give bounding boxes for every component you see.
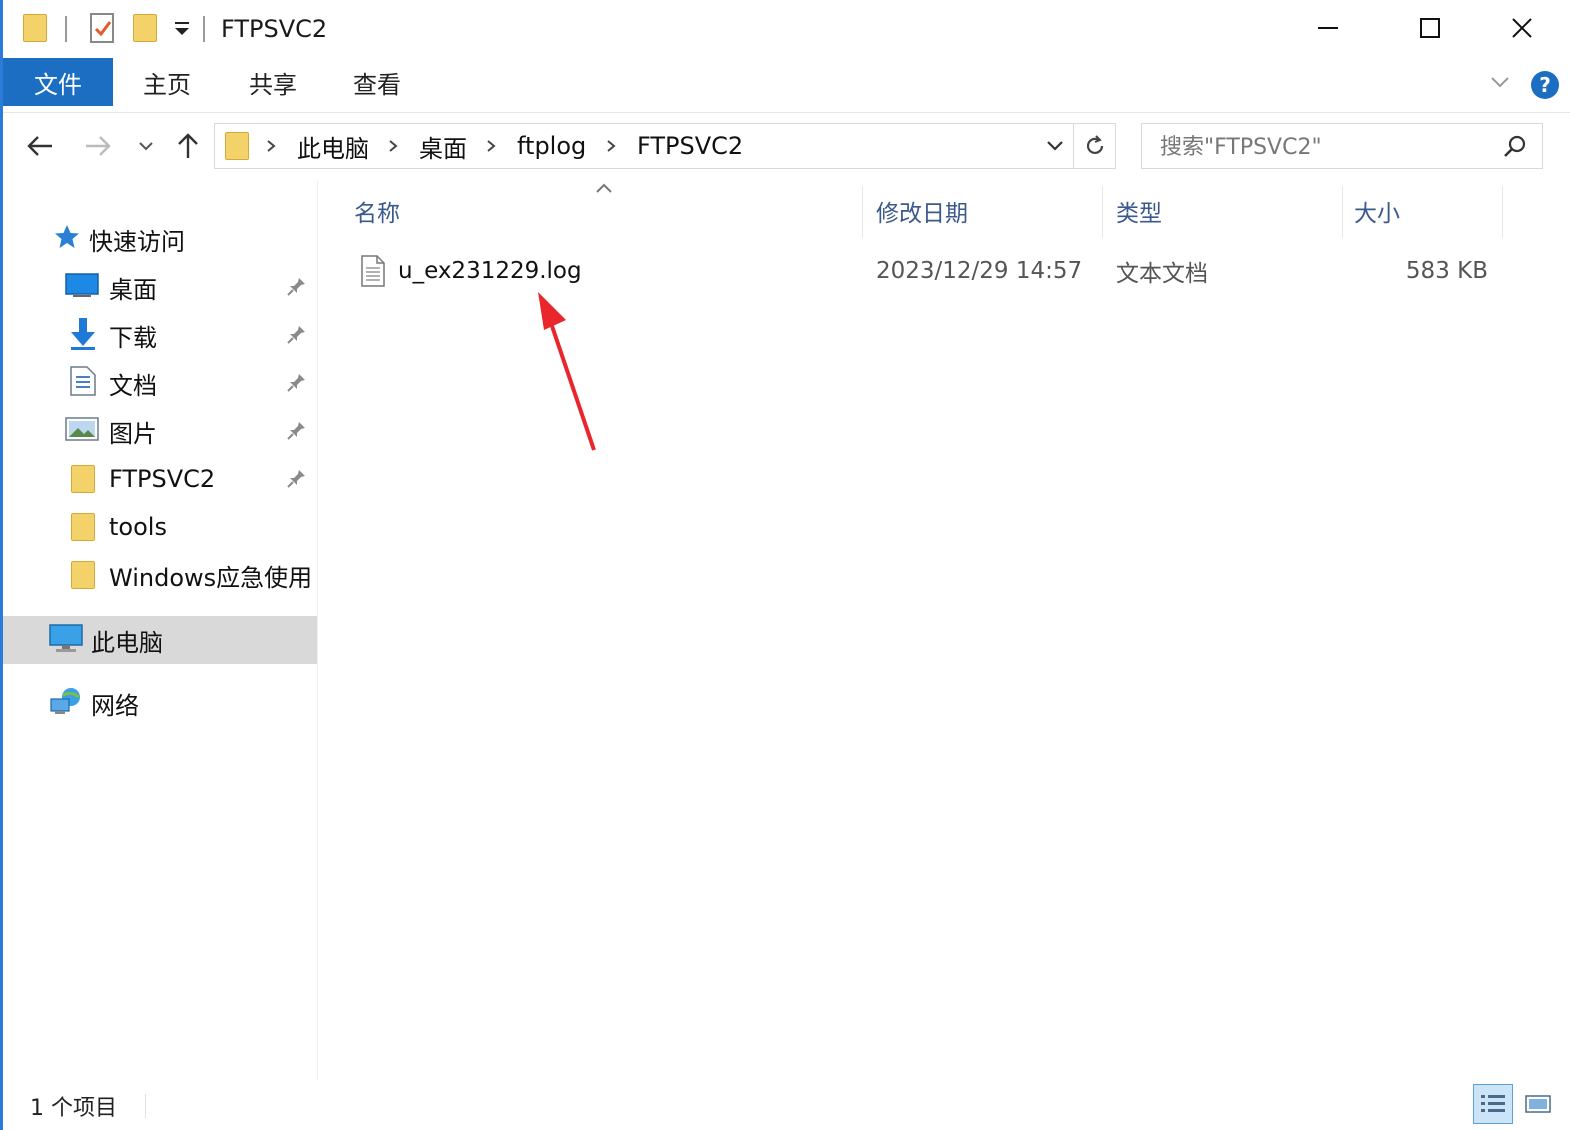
sidebar-item-pictures[interactable]: 图片: [3, 408, 317, 454]
sidebar-item-network[interactable]: 网络: [3, 680, 317, 726]
ribbon: 文件 主页 共享 查看 ?: [3, 58, 1570, 113]
sidebar-item-ftpsvc2[interactable]: FTPSVC2: [3, 456, 317, 502]
breadcrumb-chevron-icon[interactable]: [605, 124, 617, 168]
tab-file[interactable]: 文件: [3, 58, 113, 106]
computer-icon: [49, 623, 83, 657]
toolbar-separator: [65, 16, 67, 42]
pin-icon[interactable]: [285, 276, 307, 302]
sidebar-item-label: 下载: [109, 323, 157, 352]
text-file-icon: [360, 248, 386, 294]
title-bar: FTPSVC2: [3, 0, 1570, 58]
sidebar-item-label: 文档: [109, 371, 157, 400]
sort-ascending-icon: [594, 180, 614, 199]
sidebar-item-label: FTPSVC2: [109, 465, 216, 493]
status-separator: [145, 1094, 146, 1118]
download-icon: [67, 316, 99, 354]
breadcrumb-chevron-icon[interactable]: [387, 124, 399, 168]
sidebar-item-label: 此电脑: [91, 628, 163, 657]
file-modified: 2023/12/29 14:57: [876, 258, 1083, 284]
sidebar-item-label: tools: [109, 513, 167, 541]
folder-icon: [71, 513, 95, 541]
address-divider: [1073, 124, 1074, 168]
large-icons-view-button[interactable]: [1518, 1084, 1558, 1124]
column-separator[interactable]: [1342, 186, 1343, 238]
help-icon[interactable]: ?: [1531, 71, 1559, 99]
customize-quick-access-icon[interactable]: [173, 18, 191, 42]
pictures-icon: [65, 416, 99, 446]
sidebar-item-downloads[interactable]: 下载: [3, 312, 317, 358]
sidebar-item-label: 图片: [109, 419, 157, 448]
breadcrumb-ftplog[interactable]: ftplog: [517, 124, 586, 168]
toolbar-separator: [203, 16, 205, 42]
window-title: FTPSVC2: [221, 15, 328, 43]
expand-ribbon-icon[interactable]: [1489, 74, 1511, 94]
column-separator[interactable]: [1502, 186, 1503, 238]
address-dropdown-icon[interactable]: [1045, 138, 1065, 158]
pin-icon[interactable]: [285, 372, 307, 398]
breadcrumb-chevron-icon[interactable]: [485, 124, 497, 168]
star-icon: [53, 223, 81, 255]
sidebar-item-this-pc[interactable]: 此电脑: [3, 616, 317, 664]
breadcrumb-ftpsvc2[interactable]: FTPSVC2: [637, 124, 743, 168]
documents-icon: [69, 365, 97, 401]
annotation-arrow-icon: [538, 292, 596, 451]
navigation-pane: 快速访问 桌面 下载 文档 图片 FTPSVC2 tools Windows应急…: [3, 180, 317, 1080]
column-header-size[interactable]: 大小: [1354, 186, 1400, 236]
tab-home[interactable]: 主页: [129, 58, 205, 106]
sidebar-item-documents[interactable]: 文档: [3, 360, 317, 406]
back-button[interactable]: [20, 126, 60, 166]
breadcrumb-desktop[interactable]: 桌面: [419, 124, 467, 168]
tab-share[interactable]: 共享: [235, 58, 311, 106]
details-view-button[interactable]: [1473, 1084, 1513, 1124]
column-separator[interactable]: [862, 186, 863, 238]
close-button[interactable]: [1492, 0, 1552, 56]
column-separator[interactable]: [1102, 186, 1103, 238]
tab-view[interactable]: 查看: [339, 58, 415, 106]
address-bar[interactable]: 此电脑 桌面 ftplog FTPSVC2: [214, 123, 1116, 169]
sidebar-item-label: 快速访问: [89, 227, 185, 256]
pin-icon[interactable]: [285, 468, 307, 494]
sidebar-item-tools[interactable]: tools: [3, 504, 317, 550]
sidebar-item-quick-access[interactable]: 快速访问: [3, 216, 317, 262]
refresh-icon[interactable]: [1083, 134, 1107, 162]
folder-icon: [225, 132, 249, 160]
folder-icon: [71, 561, 95, 589]
folder-icon: [23, 14, 47, 42]
status-item-count: 1 个项目: [30, 1096, 117, 1121]
recent-locations-button[interactable]: [128, 126, 164, 166]
column-header-name[interactable]: 名称: [354, 186, 400, 236]
pin-icon[interactable]: [285, 420, 307, 446]
up-button[interactable]: [168, 126, 208, 166]
pin-icon[interactable]: [285, 324, 307, 350]
desktop-icon: [65, 272, 99, 302]
search-input[interactable]: [1158, 130, 1502, 164]
file-type: 文本文档: [1116, 261, 1208, 287]
sidebar-item-desktop[interactable]: 桌面: [3, 264, 317, 310]
column-header-type[interactable]: 类型: [1116, 186, 1162, 236]
sidebar-item-label: Windows应急使用: [109, 563, 313, 592]
sidebar-item-windows-emergency[interactable]: Windows应急使用: [3, 552, 317, 598]
minimize-button[interactable]: [1298, 0, 1358, 56]
breadcrumb-chevron-icon[interactable]: [265, 124, 277, 168]
pane-divider: [317, 180, 318, 1080]
new-folder-icon[interactable]: [133, 14, 157, 42]
forward-button[interactable]: [78, 126, 118, 166]
breadcrumb-this-pc[interactable]: 此电脑: [297, 124, 369, 168]
column-header-modified[interactable]: 修改日期: [876, 186, 968, 236]
sidebar-item-label: 桌面: [109, 275, 157, 304]
file-size: 583 KB: [1405, 258, 1488, 284]
large-icons-view-icon: [1525, 1095, 1551, 1113]
details-view-icon: [1481, 1095, 1505, 1112]
maximize-button[interactable]: [1400, 0, 1460, 56]
search-box[interactable]: [1141, 123, 1543, 169]
folder-icon: [71, 465, 95, 493]
sidebar-item-label: 网络: [91, 691, 139, 720]
network-icon: [49, 685, 83, 721]
properties-icon[interactable]: [89, 12, 117, 48]
search-icon[interactable]: [1502, 134, 1528, 164]
